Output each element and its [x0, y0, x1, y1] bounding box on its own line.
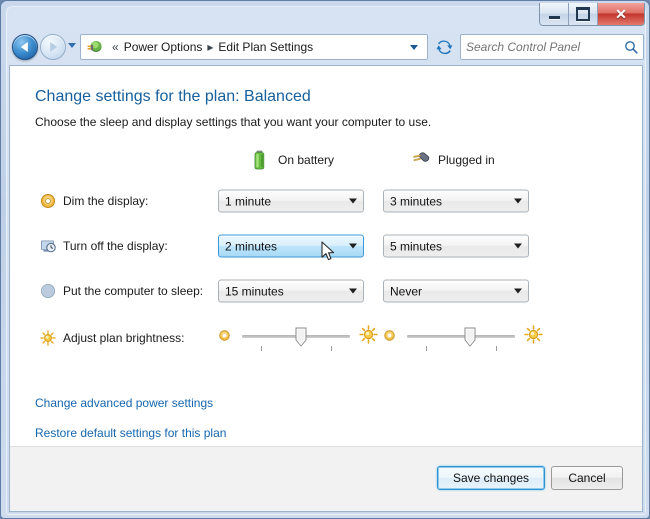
dim-sun-icon [219, 330, 230, 341]
sleep-on-battery-dropdown[interactable]: 15 minutes [218, 279, 364, 303]
column-header-plugged-in-label: Plugged in [438, 153, 495, 167]
chevron-down-icon [514, 198, 522, 204]
content-pane: Change settings for the plan: Balanced C… [9, 65, 643, 512]
link-restore-default-settings[interactable]: Restore default settings for this plan [35, 426, 226, 440]
slider-track[interactable] [407, 335, 515, 338]
address-chevron-down-icon[interactable] [410, 44, 418, 50]
refresh-button[interactable] [432, 34, 456, 60]
forward-button[interactable] [40, 34, 66, 60]
sleep-plugged-in-value: Never [390, 284, 423, 298]
setting-row-dim-display-label: Dim the display: [63, 194, 149, 208]
chevron-down-icon [514, 288, 522, 294]
setting-row-dim-display: Dim the display: 1 minute 3 minutes [10, 186, 642, 216]
save-changes-button[interactable]: Save changes [437, 466, 545, 490]
slider-ticks [407, 346, 515, 352]
back-arrow-icon [20, 42, 28, 52]
chevron-down-icon [349, 288, 357, 294]
maximize-button[interactable] [569, 3, 598, 25]
chevron-down-icon [349, 243, 357, 249]
minimize-icon [548, 15, 560, 19]
power-options-window: ✕ « Power Options ▸ Edit Plan Settings S… [0, 0, 650, 519]
link-change-advanced-power-settings[interactable]: Change advanced power settings [35, 396, 213, 410]
brightness-sun-icon [40, 330, 56, 346]
close-button[interactable]: ✕ [598, 3, 644, 25]
sleep-on-battery-value: 15 minutes [225, 284, 284, 298]
power-plug-icon [413, 152, 430, 162]
search-icon[interactable] [624, 40, 638, 54]
turn-off-display-plugged-in-dropdown[interactable]: 5 minutes [383, 234, 529, 258]
dim-display-plugged-in-dropdown[interactable]: 3 minutes [383, 189, 529, 213]
breadcrumb-item-edit-plan-settings[interactable]: Edit Plan Settings [218, 40, 313, 54]
sleep-plugged-in-dropdown[interactable]: Never [383, 279, 529, 303]
setting-row-turn-off-display-label: Turn off the display: [63, 239, 168, 253]
slider-thumb[interactable] [295, 327, 307, 347]
column-header-on-battery: On battery [248, 148, 334, 172]
dim-display-icon [41, 194, 55, 208]
setting-row-brightness: Adjust plan brightness: [10, 318, 642, 358]
turn-off-display-on-battery-dropdown[interactable]: 2 minutes [218, 234, 364, 258]
dim-display-plugged-in-value: 3 minutes [390, 194, 443, 208]
address-bar[interactable]: « Power Options ▸ Edit Plan Settings [80, 34, 428, 60]
cancel-button[interactable]: Cancel [551, 466, 623, 490]
forward-arrow-icon [50, 42, 58, 52]
close-icon: ✕ [615, 6, 627, 22]
page-title: Change settings for the plan: Balanced [35, 88, 311, 105]
chevron-down-icon [349, 198, 357, 204]
brightness-slider-plugged-in[interactable] [383, 322, 543, 354]
breadcrumb-separator-icon[interactable]: ▸ [207, 40, 213, 54]
back-button[interactable] [12, 34, 38, 60]
footer-bar: Save changes Cancel [10, 447, 642, 511]
dim-sun-icon [384, 330, 395, 341]
turn-off-display-on-battery-value: 2 minutes [225, 239, 278, 253]
bright-sun-icon [359, 325, 378, 344]
breadcrumb-item-power-options[interactable]: Power Options [124, 40, 203, 54]
recent-pages-chevron-down-icon[interactable] [68, 43, 76, 48]
search-input[interactable] [466, 40, 624, 54]
column-header-plugged-in: Plugged in [408, 148, 495, 172]
page-subtitle: Choose the sleep and display settings th… [35, 115, 432, 129]
monitor-clock-icon [41, 240, 56, 253]
setting-row-turn-off-display: Turn off the display: 2 minutes 5 minute… [10, 231, 642, 261]
battery-icon [254, 150, 265, 170]
setting-row-brightness-label: Adjust plan brightness: [63, 331, 185, 345]
slider-thumb[interactable] [464, 327, 476, 347]
setting-row-sleep-label: Put the computer to sleep: [63, 284, 204, 298]
sleep-moon-icon [41, 284, 55, 298]
maximize-icon [576, 7, 590, 21]
minimize-button[interactable] [540, 3, 569, 25]
power-plug-icon [87, 41, 102, 52]
dim-display-on-battery-dropdown[interactable]: 1 minute [218, 189, 364, 213]
navigation-bar: « Power Options ▸ Edit Plan Settings [8, 32, 644, 62]
chevron-down-icon [514, 243, 522, 249]
brightness-slider-on-battery[interactable] [218, 322, 378, 354]
breadcrumb-overflow[interactable]: « [112, 40, 119, 54]
title-bar: ✕ [1, 1, 650, 29]
dim-display-on-battery-value: 1 minute [225, 194, 272, 208]
setting-row-sleep: Put the computer to sleep: 15 minutes Ne… [10, 276, 642, 306]
window-controls: ✕ [539, 3, 645, 26]
turn-off-display-plugged-in-value: 5 minutes [390, 239, 443, 253]
column-header-on-battery-label: On battery [278, 153, 335, 167]
refresh-icon [435, 39, 452, 54]
bright-sun-icon [524, 325, 543, 344]
search-box[interactable] [460, 34, 644, 60]
